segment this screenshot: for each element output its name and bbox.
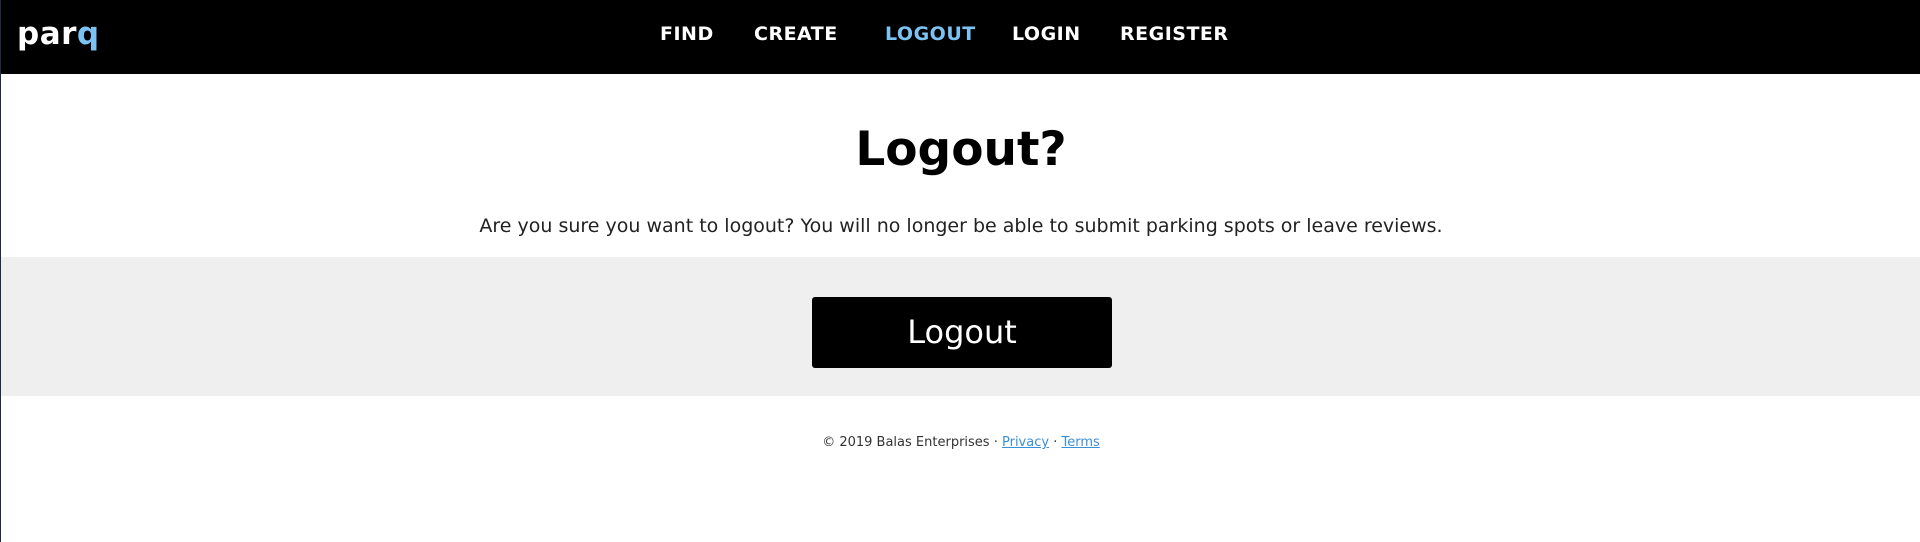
nav-find[interactable]: FIND [660,22,714,46]
nav-register[interactable]: REGISTER [1120,22,1229,46]
navbar: parq FIND CREATE LOGOUT LOGIN REGISTER [1,0,1920,74]
nav-create[interactable]: CREATE [754,22,838,46]
brand-logo[interactable]: parq [17,14,100,54]
logout-button[interactable]: Logout [812,297,1112,368]
nav-login[interactable]: LOGIN [1012,22,1081,46]
brand-main: par [17,16,77,52]
page: parq FIND CREATE LOGOUT LOGIN REGISTER L… [0,0,1920,542]
footer-copyright: © 2019 Balas Enterprises · [822,435,998,450]
nav-logout[interactable]: LOGOUT [885,22,976,46]
brand-accent: q [76,16,100,52]
privacy-link[interactable]: Privacy [1002,435,1049,450]
action-band: Logout [1,257,1920,396]
footer: © 2019 Balas Enterprises · Privacy · Ter… [1,434,1920,452]
footer-separator: · [1053,435,1058,450]
page-title: Logout? [855,122,1067,177]
terms-link[interactable]: Terms [1061,435,1099,450]
logout-message: Are you sure you want to logout? You wil… [479,215,1443,237]
